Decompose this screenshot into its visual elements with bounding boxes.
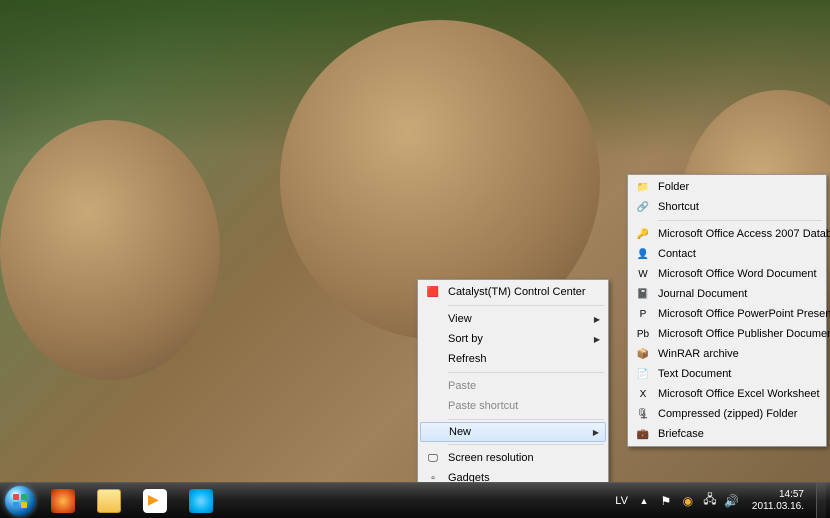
menu-item-label: Screen resolution [448, 452, 534, 464]
context-menu-item[interactable]: View ▶ [420, 309, 606, 329]
clock[interactable]: 14:57 2011.03.16. [746, 489, 810, 513]
context-menu-item[interactable]: New ▶ [420, 422, 606, 442]
menu-separator [658, 220, 822, 221]
menu-item-icon: 💼 [635, 426, 651, 442]
desktop-context-menu: 🟥Catalyst(TM) Control CenterView▶Sort by… [417, 279, 609, 511]
menu-item-icon: 👤 [635, 246, 651, 262]
clock-date: 2011.03.16. [752, 501, 804, 513]
menu-item-label: Folder [658, 181, 689, 193]
submenu-arrow-icon: ▶ [594, 335, 600, 344]
menu-item-label: Briefcase [658, 428, 704, 440]
context-menu-item[interactable]: 🖵 Screen resolution [420, 448, 606, 468]
system-tray: LV ▲ ⚑ ◉ 🖧 🔊 14:57 2011.03.16. [609, 483, 830, 518]
new-submenu-item[interactable]: 📄 Text Document [630, 364, 824, 384]
menu-item-label: View [448, 313, 472, 325]
submenu-arrow-icon: ▶ [594, 315, 600, 324]
show-desktop-button[interactable] [816, 483, 826, 518]
menu-item-label: Paste shortcut [448, 400, 518, 412]
network-icon[interactable]: 🖧 [702, 493, 718, 509]
new-submenu-item[interactable]: X Microsoft Office Excel Worksheet [630, 384, 824, 404]
menu-item-icon: 🗜 [635, 406, 651, 422]
submenu-arrow-icon: ▶ [593, 428, 599, 437]
menu-item-label: Microsoft Office PowerPoint Presentation [658, 308, 830, 320]
menu-separator [448, 444, 604, 445]
new-submenu-item[interactable]: 📦 WinRAR archive [630, 344, 824, 364]
menu-item-icon: 🔑 [635, 226, 651, 242]
context-menu-item[interactable]: Refresh [420, 349, 606, 369]
new-submenu-item[interactable]: 💼 Briefcase [630, 424, 824, 444]
start-button[interactable] [0, 483, 40, 518]
menu-item-icon: W [635, 266, 651, 282]
skype-icon [189, 489, 213, 513]
new-submenu-item[interactable]: 📓 Journal Document [630, 284, 824, 304]
menu-item-icon: P [635, 306, 651, 322]
menu-item-icon: Pb [635, 326, 651, 342]
context-menu-item: Paste shortcut [420, 396, 606, 416]
context-menu-item[interactable]: 🟥 Catalyst(TM) Control Center [420, 282, 606, 302]
taskbar-item-skype[interactable] [179, 485, 223, 517]
new-submenu-item[interactable]: 🔗 Shortcut [630, 197, 824, 217]
firefox-icon [51, 489, 75, 513]
menu-item-label: Catalyst(TM) Control Center [448, 286, 586, 298]
new-submenu-item[interactable]: W Microsoft Office Word Document [630, 264, 824, 284]
menu-item-icon: 🖵 [425, 450, 441, 466]
menu-item-icon: 🟥 [425, 284, 441, 300]
menu-separator [448, 372, 604, 373]
new-submenu-item[interactable]: 🔑Microsoft Office Access 2007 Database [630, 224, 824, 244]
clock-time: 14:57 [752, 489, 804, 501]
menu-item-label: Microsoft Office Publisher Document [658, 328, 830, 340]
menu-item-icon: 📦 [635, 346, 651, 362]
menu-item-icon: 📓 [635, 286, 651, 302]
new-submenu-item[interactable]: PbMicrosoft Office Publisher Document [630, 324, 824, 344]
tray-overflow-icon[interactable]: ▲ [636, 493, 652, 509]
menu-item-label: WinRAR archive [658, 348, 739, 360]
menu-item-label: Text Document [658, 368, 731, 380]
new-submenu-item[interactable]: 📁 Folder [630, 177, 824, 197]
new-submenu-item[interactable]: 👤 Contact [630, 244, 824, 264]
menu-item-label: Microsoft Office Word Document [658, 268, 817, 280]
menu-item-label: Refresh [448, 353, 487, 365]
new-submenu: 📁Folder🔗Shortcut🔑Microsoft Office Access… [627, 174, 827, 447]
menu-item-icon: 📁 [635, 179, 651, 195]
new-submenu-item[interactable]: PMicrosoft Office PowerPoint Presentatio… [630, 304, 824, 324]
menu-item-label: Microsoft Office Access 2007 Database [658, 228, 830, 240]
menu-item-icon: X [635, 386, 651, 402]
language-indicator[interactable]: LV [613, 495, 630, 507]
menu-item-label: Contact [658, 248, 696, 260]
new-submenu-item[interactable]: 🗜 Compressed (zipped) Folder [630, 404, 824, 424]
menu-item-label: Compressed (zipped) Folder [658, 408, 797, 420]
menu-item-label: Shortcut [658, 201, 699, 213]
taskbar-item-explorer[interactable] [87, 485, 131, 517]
flag-icon[interactable]: ⚑ [658, 493, 674, 509]
taskbar: LV ▲ ⚑ ◉ 🖧 🔊 14:57 2011.03.16. [0, 482, 830, 518]
menu-item-icon: 🔗 [635, 199, 651, 215]
menu-separator [448, 305, 604, 306]
context-menu-item[interactable]: Sort by ▶ [420, 329, 606, 349]
menu-item-label: Journal Document [658, 288, 747, 300]
menu-item-label: Microsoft Office Excel Worksheet [658, 388, 820, 400]
taskbar-item-wmp[interactable] [133, 485, 177, 517]
taskbar-item-firefox[interactable] [41, 485, 85, 517]
media-player-icon [143, 489, 167, 513]
menu-item-label: Paste [448, 380, 476, 392]
windows-logo-icon [13, 494, 27, 508]
volume-icon[interactable]: 🔊 [724, 493, 740, 509]
tray-app-icon[interactable]: ◉ [680, 493, 696, 509]
context-menu-item: Paste [420, 376, 606, 396]
menu-item-label: New [449, 426, 471, 438]
menu-item-icon: 📄 [635, 366, 651, 382]
menu-separator [448, 419, 604, 420]
desktop[interactable]: 🟥Catalyst(TM) Control CenterView▶Sort by… [0, 0, 830, 518]
menu-item-label: Sort by [448, 333, 483, 345]
explorer-icon [97, 489, 121, 513]
